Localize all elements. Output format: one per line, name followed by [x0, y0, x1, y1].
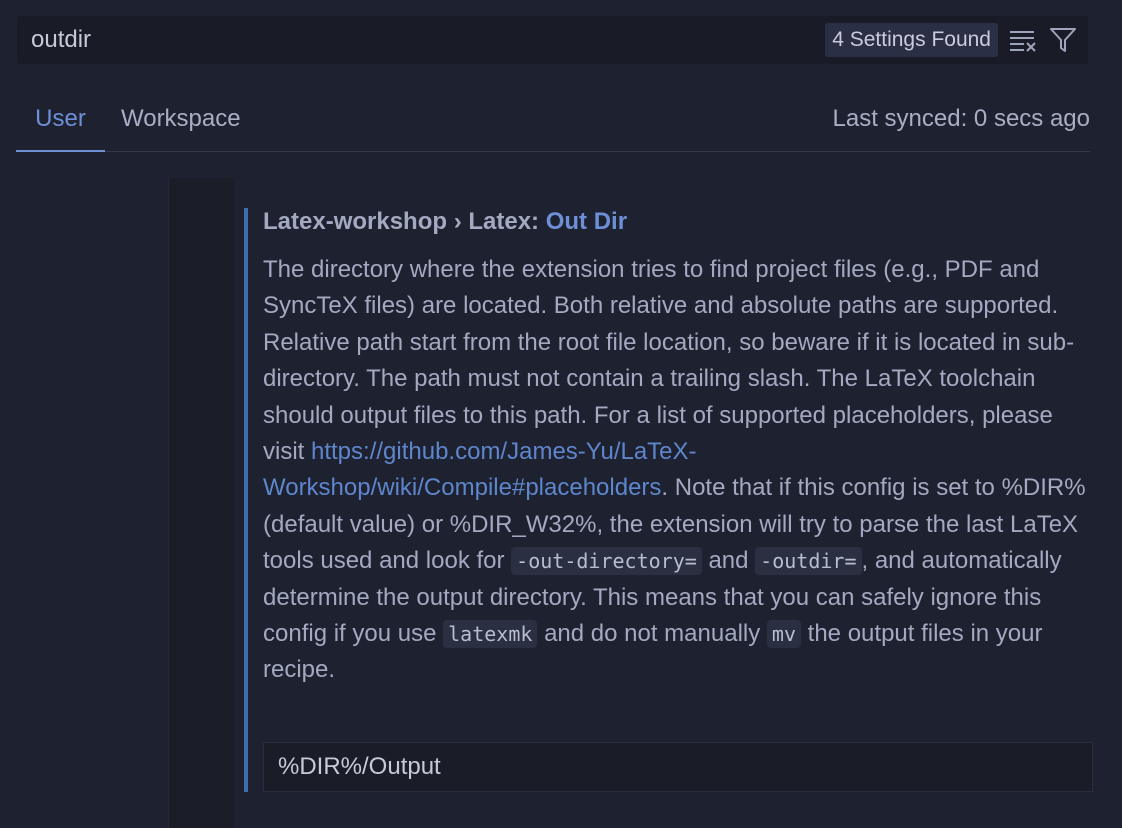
tab-workspace[interactable]: Workspace [121, 96, 241, 152]
sync-status: Last synced: 0 secs ago [832, 105, 1090, 132]
out-dir-value-input[interactable] [263, 742, 1093, 792]
code-latexmk: latexmk [443, 620, 538, 649]
results-count-badge: 4 Settings Found [825, 23, 998, 57]
placeholders-link[interactable]: https://github.com/James-Yu/LaTeX-Worksh… [263, 438, 697, 501]
setting-key: Out Dir [545, 208, 628, 235]
setting-category: Latex-workshop › Latex: [263, 208, 546, 235]
settings-toc-panel [168, 178, 234, 828]
code-outdir: -outdir= [755, 547, 862, 576]
settings-search-input[interactable] [17, 16, 826, 64]
code-out-directory: -out-directory= [511, 547, 702, 576]
settings-editor: 4 Settings Found User Workspace Last syn [0, 0, 1122, 828]
setting-description: The directory where the extension tries … [263, 252, 1093, 689]
setting-item-out-dir: Latex-workshop › Latex: Out Dir The dire… [244, 208, 1093, 792]
desc-text-3: and [701, 547, 756, 575]
settings-search-bar: 4 Settings Found [17, 16, 1088, 64]
setting-title: Latex-workshop › Latex: Out Dir [263, 208, 627, 238]
desc-text-1: The directory where the extension tries … [263, 256, 1075, 466]
filter-icon[interactable] [1048, 25, 1078, 55]
settings-scope-tabs: User Workspace Last synced: 0 secs ago [16, 96, 1090, 152]
code-mv: mv [766, 620, 801, 649]
clear-filter-icon[interactable] [1008, 25, 1038, 55]
desc-text-5: and do not manually [537, 620, 767, 648]
tab-user[interactable]: User [16, 96, 105, 152]
